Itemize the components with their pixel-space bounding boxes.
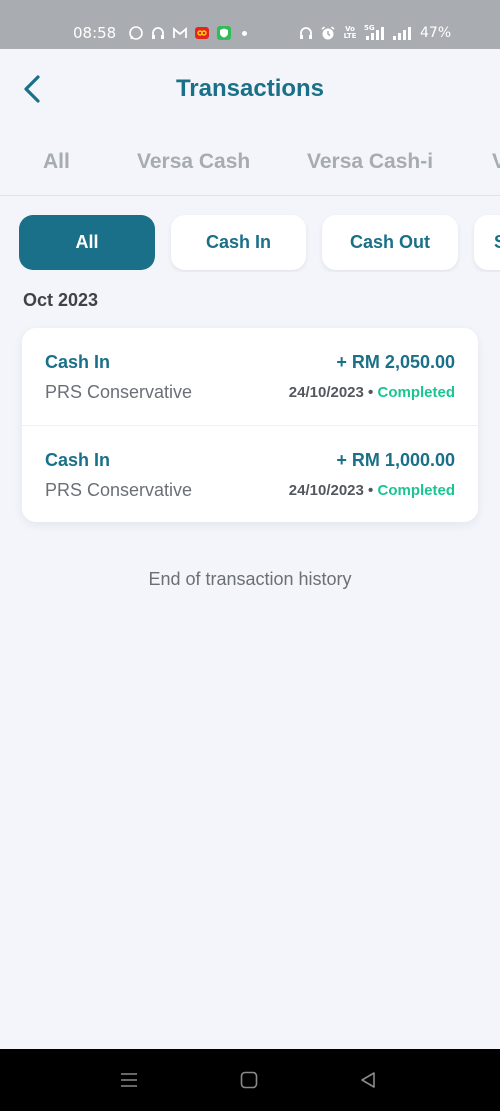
gmail-icon bbox=[172, 25, 188, 41]
tab-all-accounts[interactable]: All bbox=[43, 150, 70, 174]
transaction-type: Cash In bbox=[45, 450, 111, 470]
battery-level: 47% bbox=[420, 25, 452, 41]
transaction-row[interactable]: Cash In + RM 1,000.00 PRS Conservative 2… bbox=[22, 425, 478, 522]
signal-5g-icon: 5G bbox=[364, 25, 386, 41]
status-completed: Completed bbox=[377, 482, 455, 499]
recent-apps-button[interactable] bbox=[116, 1067, 142, 1093]
more-notifications-dot bbox=[242, 30, 247, 36]
transaction-type: Cash In bbox=[45, 352, 111, 372]
transaction-meta: 24/10/2023 • Completed bbox=[289, 482, 455, 499]
page-title: Transactions bbox=[175, 75, 325, 102]
alarm-icon bbox=[320, 25, 336, 41]
account-tabs: All Versa Cash Versa Cash-i V bbox=[0, 140, 500, 196]
home-square-icon bbox=[240, 1071, 258, 1089]
transaction-fund: PRS Conservative bbox=[45, 480, 193, 500]
app-badge-icon bbox=[194, 25, 210, 41]
chip-cash-out[interactable]: Cash Out bbox=[322, 215, 458, 270]
shield-app-icon bbox=[216, 25, 232, 41]
transaction-date: 24/10/2023 bbox=[288, 482, 364, 499]
app-header: Transactions bbox=[0, 49, 500, 129]
headphones-icon bbox=[150, 25, 166, 41]
transaction-fund: PRS Conservative bbox=[45, 382, 193, 402]
status-bar: 08:58 Vo LTE 5G 47% bbox=[0, 0, 500, 49]
notification-icons bbox=[128, 24, 247, 42]
tab-next-account[interactable]: V bbox=[492, 150, 500, 174]
status-time: 08:58 bbox=[73, 24, 117, 42]
system-icons: Vo LTE 5G 47% bbox=[298, 24, 451, 42]
transaction-meta: 24/10/2023 • Completed bbox=[289, 384, 455, 401]
whatsapp-icon bbox=[128, 25, 144, 41]
back-triangle-icon bbox=[361, 1072, 375, 1088]
system-nav-bar bbox=[0, 1049, 500, 1111]
transactions-card: Cash In + RM 2,050.00 PRS Conservative 2… bbox=[22, 328, 478, 522]
transaction-amount: + RM 2,050.00 bbox=[336, 352, 455, 372]
tab-versa-cash[interactable]: Versa Cash bbox=[137, 150, 250, 174]
menu-icon bbox=[121, 1073, 137, 1087]
tab-versa-cash-i[interactable]: Versa Cash-i bbox=[307, 150, 433, 174]
filter-chips: All Cash In Cash Out S bbox=[0, 214, 500, 272]
chip-all[interactable]: All bbox=[19, 215, 155, 270]
meta-separator: • bbox=[368, 482, 374, 499]
signal-icon bbox=[392, 25, 412, 41]
volte-icon: Vo LTE bbox=[343, 25, 357, 40]
chip-next-filter[interactable]: S bbox=[474, 215, 500, 270]
transaction-date: 24/10/2023 bbox=[288, 384, 364, 401]
headphones-icon bbox=[298, 25, 314, 41]
home-button[interactable] bbox=[236, 1067, 262, 1093]
month-header: Oct 2023 bbox=[23, 290, 99, 310]
chip-cash-in[interactable]: Cash In bbox=[171, 215, 306, 270]
system-back-button[interactable] bbox=[355, 1067, 381, 1093]
transaction-row[interactable]: Cash In + RM 2,050.00 PRS Conservative 2… bbox=[22, 328, 478, 425]
meta-separator: • bbox=[368, 384, 374, 401]
status-completed: Completed bbox=[377, 384, 455, 401]
transaction-amount: + RM 1,000.00 bbox=[336, 450, 455, 470]
end-of-history-note: End of transaction history bbox=[148, 569, 352, 589]
